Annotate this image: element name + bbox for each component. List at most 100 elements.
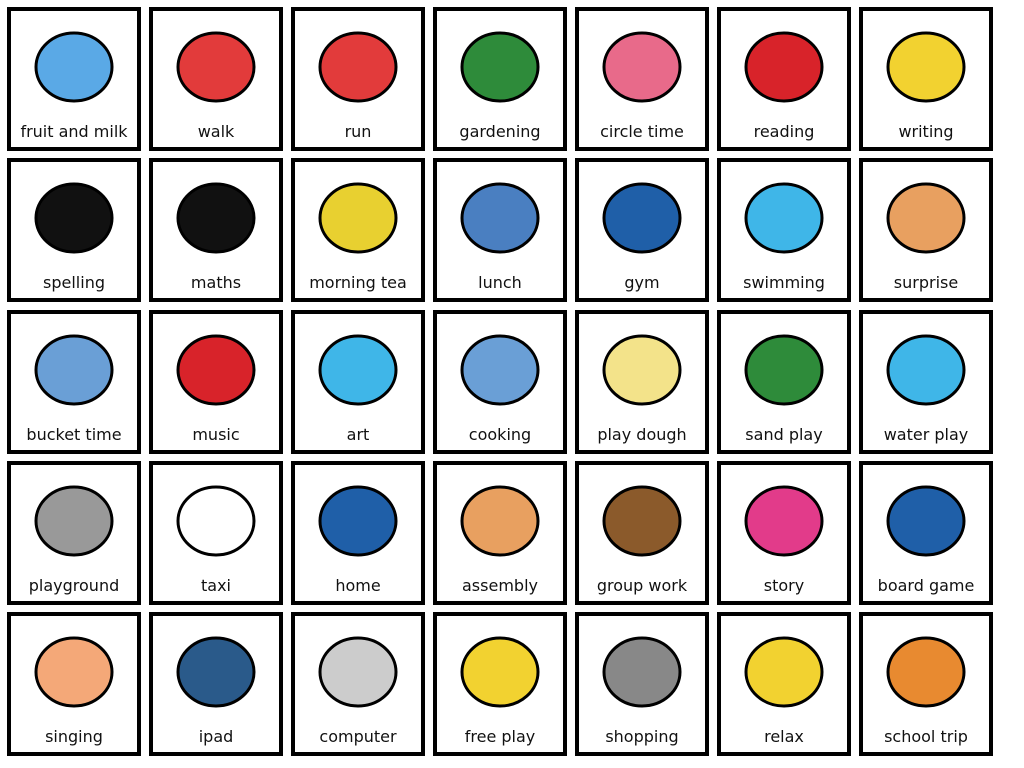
symbol-card-morning-tea[interactable]: morning tea [291, 158, 425, 302]
symbol-label: free play [464, 727, 536, 746]
numbers-123-icon [159, 168, 273, 264]
symbol-card-water-play[interactable]: water play [859, 310, 993, 454]
art-supplies-icon [301, 320, 415, 416]
symbol-card-walk[interactable]: walk [149, 7, 283, 151]
abc-letters-icon [17, 168, 131, 264]
sand-table-icon [727, 320, 841, 416]
symbol-card-free-play[interactable]: free play [433, 612, 567, 756]
sunbathing-icon [727, 622, 841, 718]
symbol-card-playground[interactable]: playground [7, 461, 141, 605]
symbol-label: play dough [597, 425, 687, 444]
symbol-card-assembly[interactable]: assembly [433, 461, 567, 605]
house-icon [301, 471, 415, 567]
group-table-icon [585, 471, 699, 567]
symbol-label: computer [319, 727, 397, 746]
symbol-label: singing [45, 727, 103, 746]
symbol-label: ipad [198, 727, 234, 746]
symbol-label: relax [764, 727, 804, 746]
water-table-icon [869, 320, 983, 416]
symbol-label: shopping [605, 727, 679, 746]
garden-tools-icon [443, 17, 557, 113]
lunch-plate-icon [443, 168, 557, 264]
symbol-card-home[interactable]: home [291, 461, 425, 605]
symbol-label: fruit and milk [20, 122, 128, 141]
symbol-card-sand-play[interactable]: sand play [717, 310, 851, 454]
symbol-card-singing[interactable]: singing [7, 612, 141, 756]
symbol-label: assembly [462, 576, 538, 595]
toys-icon [443, 622, 557, 718]
symbol-card-spelling[interactable]: spelling [7, 158, 141, 302]
storybook-icon [727, 471, 841, 567]
symbol-label: gardening [459, 122, 541, 141]
symbol-label: bucket time [26, 425, 122, 444]
symbol-card-school-trip[interactable]: school trip [859, 612, 993, 756]
symbol-card-writing[interactable]: writing [859, 7, 993, 151]
bus-road-icon [869, 622, 983, 718]
symbol-card-circle-time[interactable]: circle time [575, 7, 709, 151]
symbol-card-bucket-time[interactable]: bucket time [7, 310, 141, 454]
symbol-card-fruit-and-milk[interactable]: fruit and milk [7, 7, 141, 151]
symbol-label: morning tea [309, 273, 407, 292]
swing-slide-icon [17, 471, 131, 567]
symbol-card-cooking[interactable]: cooking [433, 310, 567, 454]
symbol-label: sand play [745, 425, 823, 444]
walking-person-icon [159, 17, 273, 113]
writing-hand-icon [869, 17, 983, 113]
symbol-card-maths[interactable]: maths [149, 158, 283, 302]
symbol-card-lunch[interactable]: lunch [433, 158, 567, 302]
symbol-label: writing [898, 122, 954, 141]
symbol-card-gym[interactable]: gym [575, 158, 709, 302]
symbol-label: maths [190, 273, 242, 292]
symbol-card-ipad[interactable]: ipad [149, 612, 283, 756]
symbol-card-reading[interactable]: reading [717, 7, 851, 151]
symbol-card-computer[interactable]: computer [291, 612, 425, 756]
assembly-podium-icon [443, 471, 557, 567]
board-game-icon [869, 471, 983, 567]
symbol-card-play-dough[interactable]: play dough [575, 310, 709, 454]
symbol-label: story [763, 576, 805, 595]
running-person-icon [301, 17, 415, 113]
symbol-card-art[interactable]: art [291, 310, 425, 454]
symbol-label: walk [197, 122, 235, 141]
symbol-card-music[interactable]: music [149, 310, 283, 454]
symbol-label: spelling [43, 273, 105, 292]
bucket-icon [17, 320, 131, 416]
symbol-label: gym [624, 273, 660, 292]
singing-face-icon [17, 622, 131, 718]
symbol-label: cooking [468, 425, 532, 444]
symbol-label: run [344, 122, 372, 141]
symbol-label: water play [883, 425, 969, 444]
tablet-icon [159, 622, 273, 718]
symbol-label: playground [28, 576, 120, 595]
surprised-face-icon [869, 168, 983, 264]
symbol-card-story[interactable]: story [717, 461, 851, 605]
symbol-label: art [346, 425, 370, 444]
symbol-label: circle time [600, 122, 684, 141]
symbol-card-swimming[interactable]: swimming [717, 158, 851, 302]
symbol-card-taxi[interactable]: taxi [149, 461, 283, 605]
symbol-label: reading [753, 122, 815, 141]
milkshake-fruit-icon [17, 17, 131, 113]
gym-equipment-icon [585, 168, 699, 264]
symbol-label: lunch [478, 273, 522, 292]
symbol-card-group-work[interactable]: group work [575, 461, 709, 605]
rolling-pin-icon [585, 320, 699, 416]
van-icon [159, 471, 273, 567]
symbol-label: group work [596, 576, 688, 595]
symbol-card-surprise[interactable]: surprise [859, 158, 993, 302]
symbol-card-run[interactable]: run [291, 7, 425, 151]
cooking-utensils-icon [443, 320, 557, 416]
symbol-label: home [335, 576, 381, 595]
symbol-label: school trip [884, 727, 968, 746]
symbol-label: music [192, 425, 240, 444]
symbol-card-board-game[interactable]: board game [859, 461, 993, 605]
symbol-label: board game [877, 576, 975, 595]
symbol-card-relax[interactable]: relax [717, 612, 851, 756]
symbol-label: swimming [743, 273, 825, 292]
children-circle-icon [585, 17, 699, 113]
swimmer-icon [727, 168, 841, 264]
symbol-card-gardening[interactable]: gardening [433, 7, 567, 151]
symbol-card-shopping[interactable]: shopping [575, 612, 709, 756]
instruments-icon [159, 320, 273, 416]
computer-icon [301, 622, 415, 718]
